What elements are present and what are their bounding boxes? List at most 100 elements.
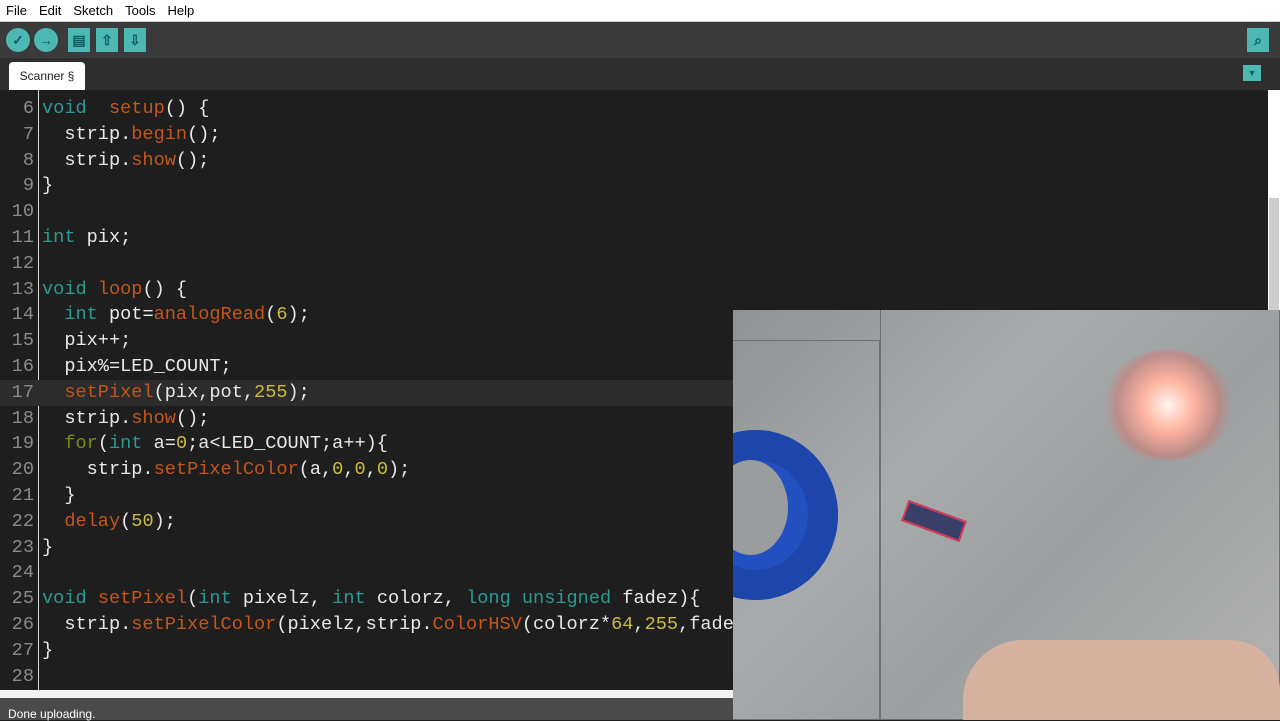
code-token: 0: [376, 459, 388, 481]
code-token: long unsigned: [466, 588, 612, 610]
code-token: pix%=LED_COUNT;: [42, 356, 232, 377]
code-token: begin: [131, 123, 188, 145]
code-token: 64: [611, 614, 634, 635]
code-token: pix++;: [42, 330, 132, 352]
chevron-down-icon: ▼: [1247, 68, 1257, 78]
menu-tools[interactable]: Tools: [123, 3, 157, 18]
code-token: () {: [142, 278, 188, 300]
line-number: 28: [11, 665, 34, 687]
line-number: 19: [11, 433, 34, 455]
code-token: ,: [633, 614, 645, 635]
menu-bar: File Edit Sketch Tools Help: [0, 0, 1280, 22]
code-line[interactable]: 11 int pix;: [0, 225, 1268, 251]
code-token: strip.: [42, 614, 132, 635]
file-icon: ▤: [72, 31, 86, 48]
code-token: setPixelColor: [153, 459, 299, 481]
code-token: setPixel: [97, 588, 188, 610]
code-token: fadez){: [611, 588, 701, 610]
code-token: 50: [131, 510, 154, 532]
line-number: 18: [11, 407, 34, 429]
code-token: );: [153, 510, 176, 532]
code-token: );: [287, 304, 310, 326]
line-number: 23: [11, 536, 34, 558]
code-token: pixelz,: [231, 588, 333, 610]
save-button[interactable]: ⇩: [124, 28, 146, 52]
code-token: }: [42, 485, 76, 506]
hand: [963, 640, 1280, 720]
code-token: 255: [644, 614, 679, 635]
code-token: show: [131, 149, 176, 171]
line-number: 9: [22, 175, 34, 197]
line-number: 13: [11, 278, 34, 300]
code-token: strip.: [42, 123, 132, 145]
line-number: 21: [11, 485, 34, 506]
code-line[interactable]: 6 void setup() {: [0, 96, 1268, 122]
code-token: 6: [276, 304, 288, 326]
code-token: show: [131, 407, 176, 429]
code-token: int: [108, 433, 143, 455]
menu-edit[interactable]: Edit: [37, 3, 63, 18]
arrow-right-icon: →: [39, 32, 53, 48]
code-line[interactable]: 7 strip.begin();: [0, 122, 1268, 148]
line-number: 25: [11, 588, 34, 610]
upload-button[interactable]: →: [34, 28, 58, 52]
code-token: ();: [187, 123, 221, 145]
code-token: for: [64, 433, 98, 455]
code-line[interactable]: 9}: [0, 173, 1268, 199]
line-number: 24: [11, 562, 34, 584]
code-token: (: [97, 433, 109, 455]
code-token: pix;: [75, 227, 132, 248]
code-token: int: [332, 588, 366, 610]
code-token: delay: [64, 510, 121, 532]
code-token: 0: [354, 459, 366, 481]
arrow-up-icon: ⇧: [101, 31, 113, 48]
line-number: 17: [11, 381, 34, 403]
code-token: (pixelz,strip.: [276, 614, 433, 635]
code-token: (pix,pot,: [153, 381, 255, 403]
code-token: colorz,: [365, 588, 467, 610]
arrow-down-icon: ⇩: [129, 31, 141, 48]
code-token: 0: [332, 459, 344, 481]
serial-monitor-button[interactable]: ⌕: [1247, 28, 1269, 52]
tab-scanner[interactable]: Scanner §: [9, 62, 85, 90]
code-token: }: [42, 639, 54, 661]
code-line[interactable]: 8 strip.show();: [0, 148, 1268, 174]
code-token: int: [42, 227, 76, 248]
open-button[interactable]: ⇧: [96, 28, 118, 52]
menu-help[interactable]: Help: [165, 3, 196, 18]
code-line[interactable]: 13 void loop() {: [0, 277, 1268, 303]
code-token: void: [42, 588, 87, 610]
code-line[interactable]: 10: [0, 199, 1268, 225]
line-number: 11: [11, 227, 34, 248]
code-token: ();: [175, 149, 210, 171]
code-token: int: [198, 588, 232, 610]
line-number: 26: [11, 614, 34, 635]
led-glow: [1103, 350, 1233, 460]
verify-button[interactable]: ✓: [6, 28, 30, 52]
tab-bar: Scanner § ▼: [0, 58, 1280, 90]
code-token: );: [287, 381, 310, 403]
new-button[interactable]: ▤: [68, 28, 90, 52]
code-token: () {: [164, 98, 210, 119]
menu-file[interactable]: File: [4, 3, 29, 18]
code-token: void: [42, 278, 87, 300]
code-line[interactable]: 12: [0, 251, 1268, 277]
menu-sketch[interactable]: Sketch: [71, 3, 115, 18]
code-token: (a,: [298, 459, 333, 481]
code-token: ,: [365, 459, 377, 481]
line-number: 12: [11, 252, 34, 274]
code-token: (: [120, 510, 132, 532]
code-token: 255: [254, 381, 288, 403]
tab-menu-button[interactable]: ▼: [1243, 65, 1261, 81]
code-token: );: [388, 459, 411, 481]
magnifier-icon: ⌕: [1254, 31, 1262, 48]
webcam-overlay: [733, 310, 1280, 720]
code-token: setPixelColor: [131, 614, 277, 635]
code-token: pot=: [97, 304, 154, 326]
code-token: 0: [175, 433, 188, 455]
code-token: int: [64, 304, 98, 326]
